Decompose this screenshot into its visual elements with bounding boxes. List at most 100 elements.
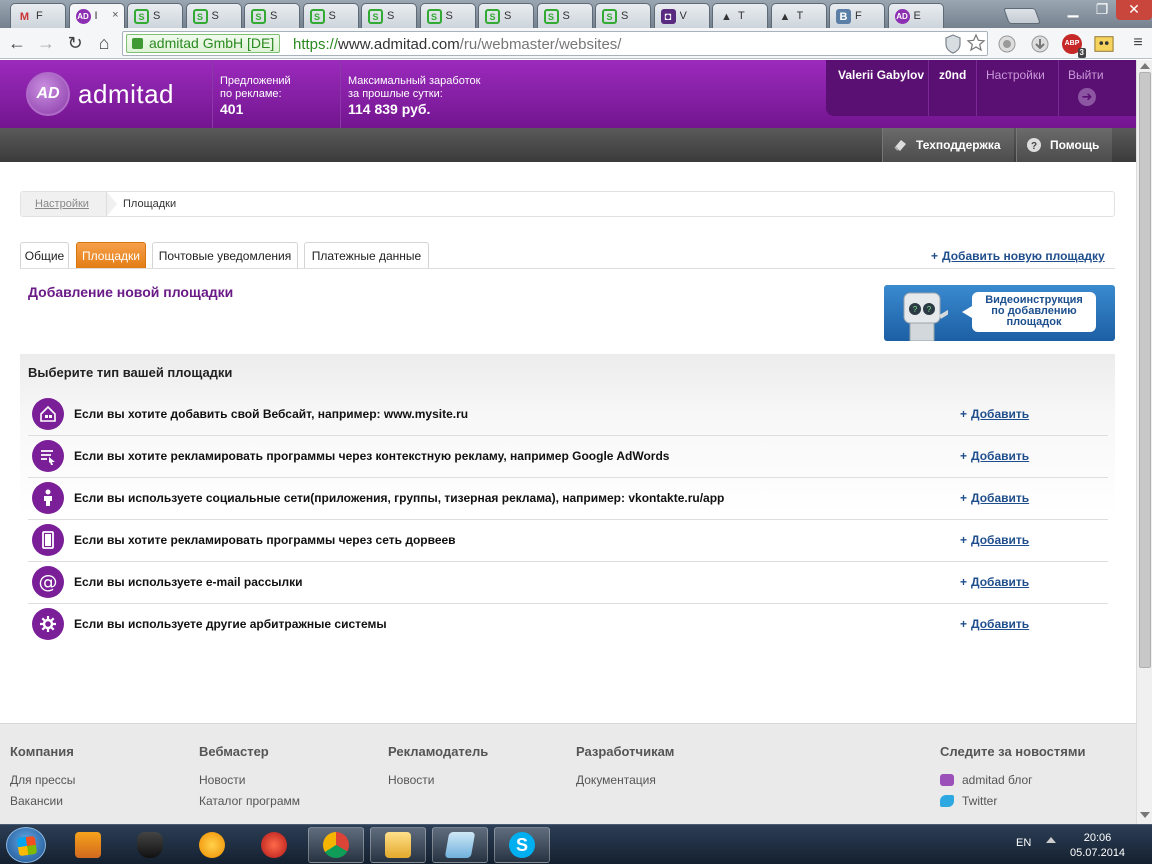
- adblock-plus-icon[interactable]: ABP 3: [1062, 34, 1086, 58]
- support-button[interactable]: Техподдержка: [882, 128, 1014, 162]
- scroll-thumb[interactable]: [1139, 72, 1151, 668]
- footer-link[interactable]: Для прессы: [10, 773, 75, 787]
- browser-tab[interactable]: SS: [244, 3, 300, 28]
- browser-tab[interactable]: SS: [127, 3, 183, 28]
- start-button[interactable]: [6, 827, 46, 863]
- minimize-button[interactable]: ▁: [1058, 0, 1088, 20]
- browser-tab[interactable]: SS: [536, 3, 593, 28]
- footer-link[interactable]: Новости: [388, 773, 488, 787]
- extension-icon[interactable]: [997, 34, 1017, 54]
- add-context-ads-link[interactable]: + Добавить: [960, 449, 1029, 463]
- footer-link-twitter[interactable]: Twitter: [940, 794, 1085, 808]
- browser-tab[interactable]: AD E: [887, 3, 944, 28]
- breadcrumb-separator: [107, 192, 117, 216]
- svg-text:@: @: [39, 571, 58, 593]
- site-type-row: Если вы хотите добавить свой Вебсайт, на…: [28, 394, 1108, 436]
- reload-button[interactable]: ↻: [64, 33, 86, 55]
- site-icon: S: [602, 9, 617, 24]
- tab-websites[interactable]: Площадки: [76, 242, 146, 268]
- browser-tab[interactable]: MF: [10, 3, 66, 28]
- taskbar-skype[interactable]: S: [494, 827, 550, 863]
- add-doorway-link[interactable]: + Добавить: [960, 533, 1029, 547]
- site-type-text: Если вы хотите добавить свой Вебсайт, на…: [74, 407, 469, 421]
- logout-arrow-icon[interactable]: ➜: [1078, 88, 1096, 106]
- address-bar[interactable]: admitad GmbH [DE] https://www.admitad.co…: [122, 31, 988, 56]
- footer-link[interactable]: Документация: [576, 773, 674, 787]
- user-name-link[interactable]: Valerii Gabylov: [838, 68, 924, 82]
- breadcrumb-parent[interactable]: Настройки: [21, 192, 107, 216]
- browser-tab[interactable]: SS: [185, 3, 242, 28]
- browser-tab[interactable]: SS: [419, 3, 476, 28]
- scroll-down-arrow[interactable]: [1140, 812, 1150, 818]
- footer-link[interactable]: Новости: [199, 773, 300, 787]
- add-social-link[interactable]: + Добавить: [960, 491, 1029, 505]
- browser-tab-title: E: [913, 10, 921, 22]
- add-other-link[interactable]: + Добавить: [960, 617, 1029, 631]
- tray-expand-icon[interactable]: [1046, 837, 1056, 843]
- site-type-text: Если вы используете e-mail рассылки: [74, 575, 303, 589]
- logout-link[interactable]: Выйти: [1068, 68, 1104, 82]
- home-button[interactable]: ⌂: [93, 33, 115, 55]
- taskbar-media-player[interactable]: [60, 827, 116, 863]
- add-new-site-link[interactable]: + Добавить новую площадку: [931, 249, 1105, 263]
- page-scrollbar[interactable]: [1136, 60, 1152, 824]
- bookmark-star-icon[interactable]: [966, 33, 986, 53]
- video-instruction-bubble[interactable]: Видеоинструкция по добавлению площадок: [962, 292, 1096, 332]
- tab-payment-data[interactable]: Платежные данные: [304, 242, 429, 268]
- close-tab-icon[interactable]: ×: [112, 9, 118, 21]
- tray-language[interactable]: EN: [1016, 837, 1031, 849]
- menu-icon[interactable]: ≡: [1127, 33, 1149, 55]
- browser-tab[interactable]: SS: [595, 3, 651, 28]
- close-window-button[interactable]: ✕: [1116, 0, 1152, 20]
- browser-tab[interactable]: AD I ×: [68, 3, 125, 29]
- browser-tab-title: S: [153, 10, 161, 22]
- extension-dog-icon[interactable]: [1094, 34, 1114, 54]
- doorway-icon: [32, 524, 64, 556]
- maximize-button[interactable]: ❐: [1088, 0, 1116, 20]
- taskbar-notepad[interactable]: [432, 827, 488, 863]
- help-button[interactable]: ? Помощь: [1016, 128, 1112, 162]
- browser-tab-title: S: [562, 10, 570, 22]
- browser-tab[interactable]: SS: [361, 3, 417, 28]
- admitad-logo[interactable]: AD admitad: [26, 72, 174, 116]
- wizard-hat-icon: ▲: [721, 10, 732, 23]
- tab-email-notifications[interactable]: Почтовые уведомления: [152, 242, 298, 268]
- user-login-link[interactable]: z0nd: [939, 68, 966, 82]
- taskbar-flash[interactable]: [246, 827, 302, 863]
- tab-general[interactable]: Общие: [20, 242, 69, 268]
- taskbar-chrome[interactable]: [308, 827, 364, 863]
- site-type-chooser: Выберите тип вашей площадки Если вы хоти…: [20, 354, 1115, 644]
- footer-link-blog[interactable]: admitad блог: [940, 773, 1085, 787]
- taskbar-explorer[interactable]: [370, 827, 426, 863]
- browser-tab-title: S: [211, 10, 219, 22]
- new-tab-button[interactable]: [1003, 8, 1041, 24]
- shield-icon[interactable]: [943, 34, 963, 54]
- browser-tab[interactable]: SS: [302, 3, 359, 28]
- footer-link[interactable]: Каталог программ: [199, 794, 300, 808]
- video-instruction-banner[interactable]: ? ? Видеоинструкция по добавлению площад…: [884, 285, 1115, 341]
- site-type-text: Если вы хотите рекламировать программы ч…: [74, 449, 670, 463]
- taskbar-messenger[interactable]: [184, 827, 240, 863]
- browser-tab[interactable]: ▲ T: [712, 3, 768, 28]
- browser-tab[interactable]: ▲ T: [770, 3, 827, 28]
- taskbar-game[interactable]: [122, 827, 178, 863]
- add-website-link[interactable]: + Добавить: [960, 407, 1029, 421]
- site-icon: S: [134, 9, 149, 24]
- back-button[interactable]: ←: [6, 33, 28, 55]
- footer-link[interactable]: Вакансии: [10, 794, 75, 808]
- logo-mark: AD: [26, 72, 70, 116]
- browser-tab[interactable]: BF: [829, 3, 885, 28]
- tray-clock[interactable]: 20:06 05.07.2014: [1070, 831, 1125, 861]
- url-text: https://www.admitad.com/ru/webmaster/web…: [293, 36, 622, 53]
- ev-certificate-badge[interactable]: admitad GmbH [DE]: [126, 34, 281, 53]
- windows-logo-icon: [16, 835, 38, 857]
- settings-link[interactable]: Настройки: [986, 68, 1045, 82]
- scroll-up-arrow[interactable]: [1140, 63, 1150, 69]
- browser-tab[interactable]: ◘ V: [653, 3, 710, 28]
- admitad-blog-icon: [940, 774, 954, 786]
- browser-tab[interactable]: SS: [478, 3, 534, 28]
- forward-button[interactable]: →: [35, 33, 57, 55]
- house-icon: [32, 398, 64, 430]
- add-email-link[interactable]: + Добавить: [960, 575, 1029, 589]
- download-extension-icon[interactable]: [1030, 34, 1050, 54]
